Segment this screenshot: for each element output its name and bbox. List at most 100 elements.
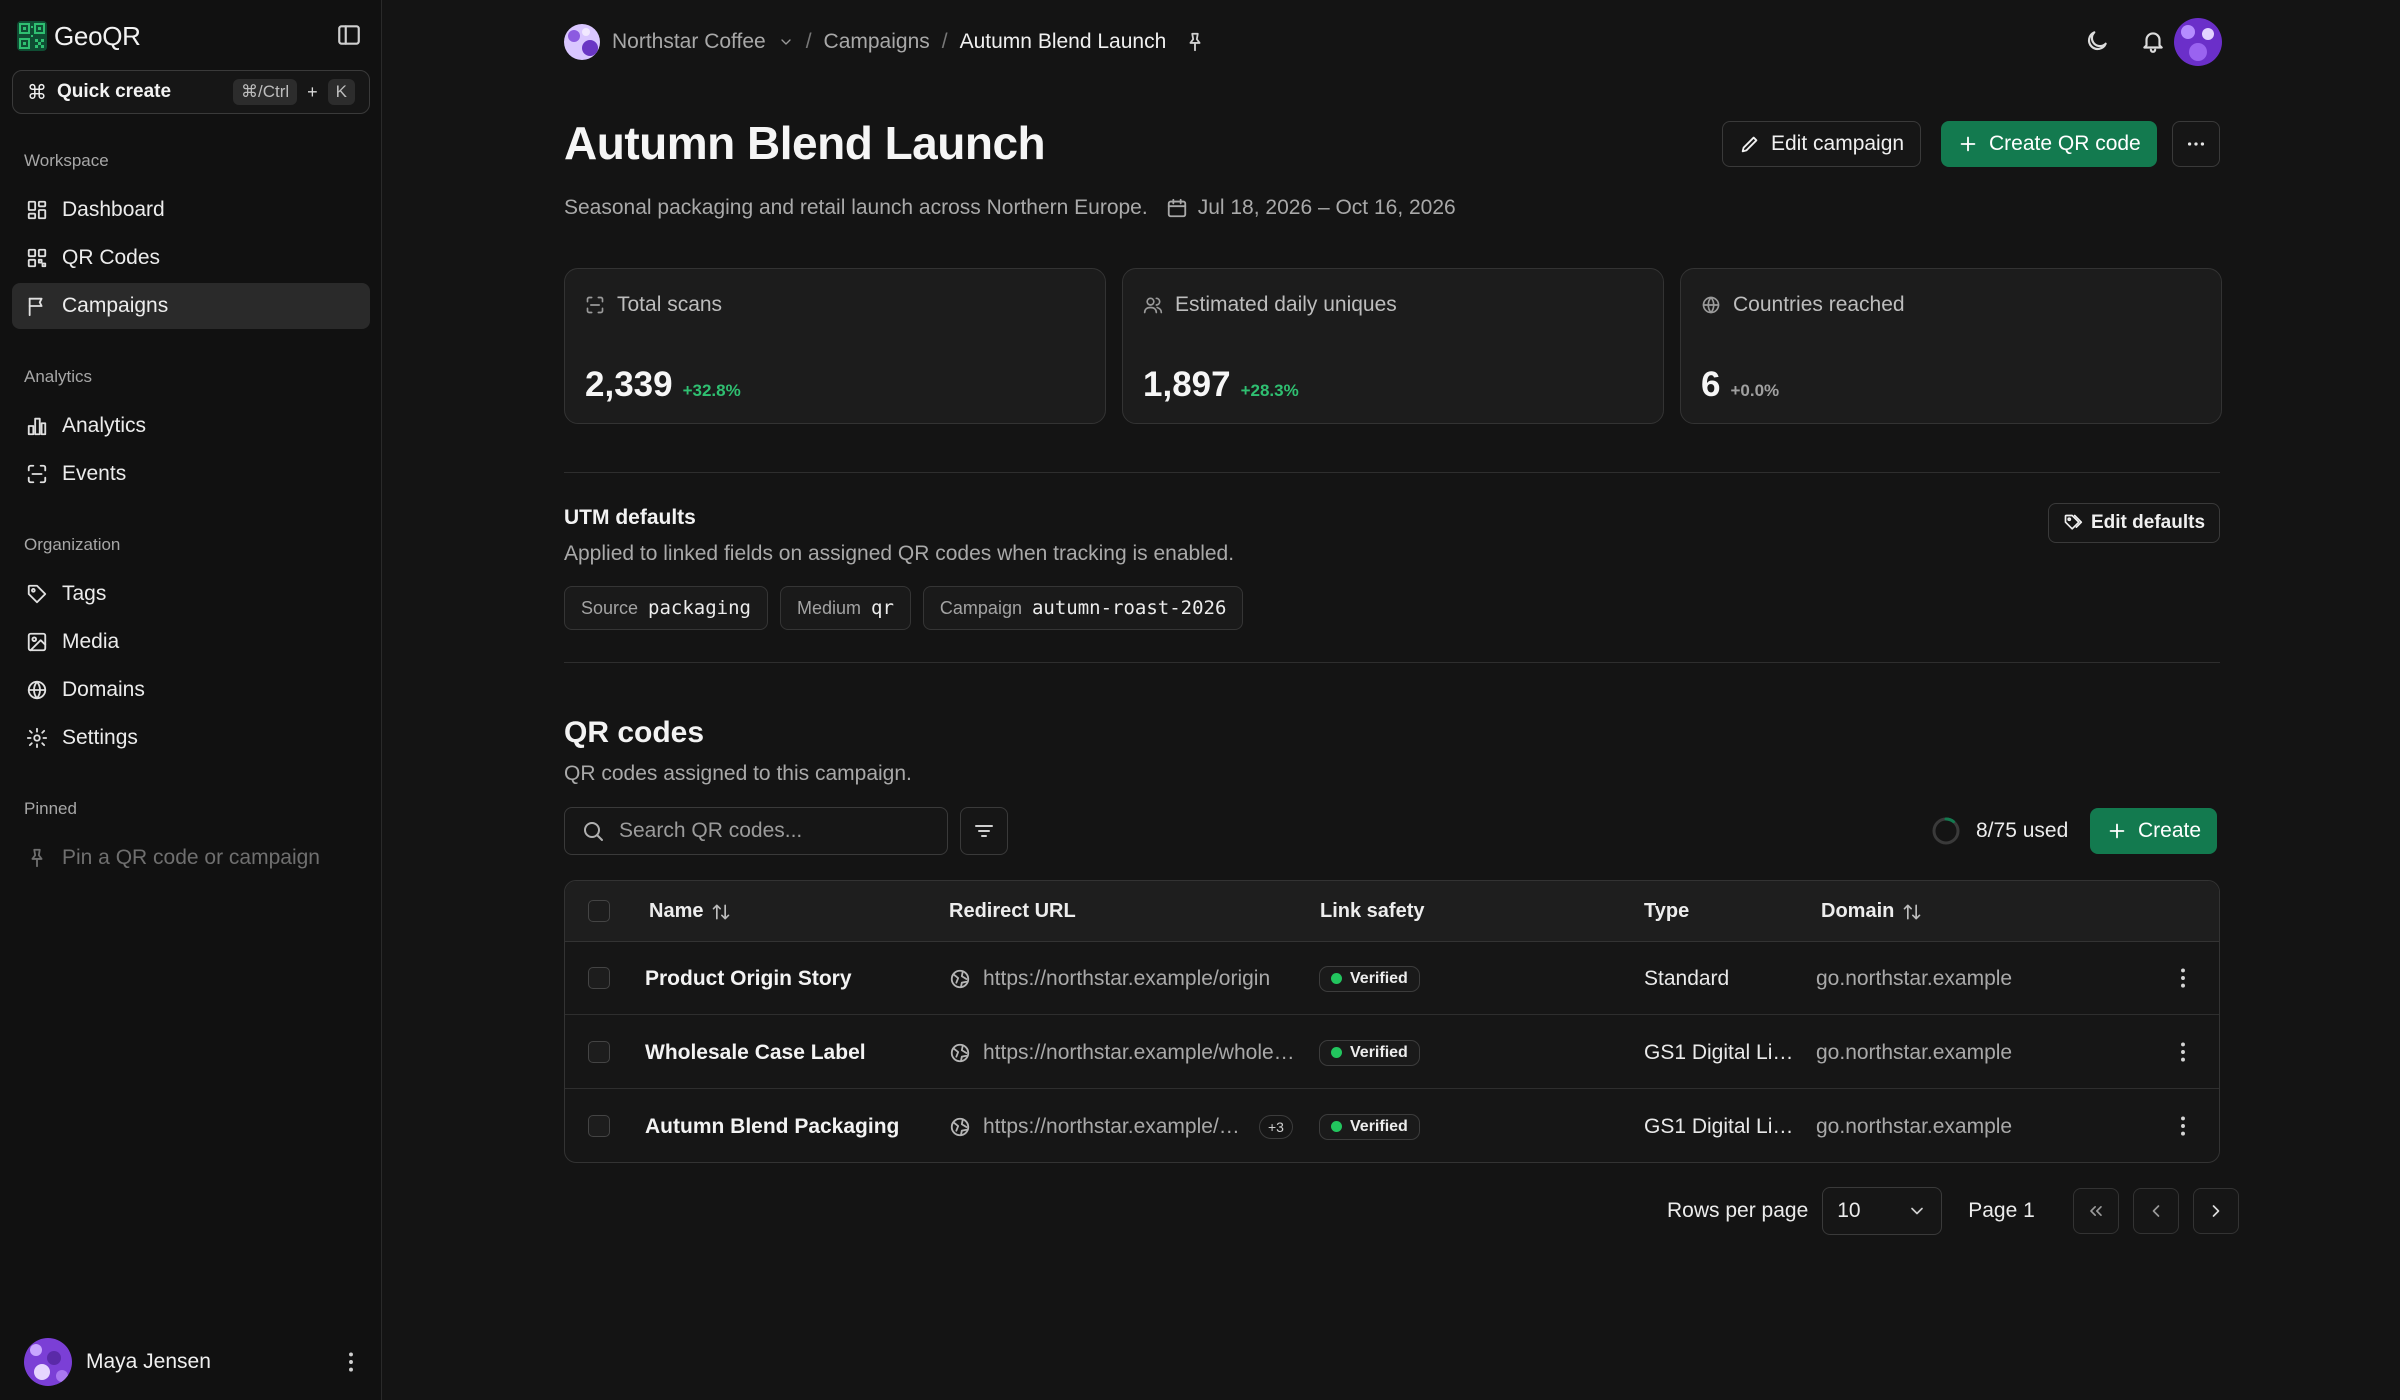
- create-qr-code-button[interactable]: Create QR code: [1941, 121, 2157, 167]
- sidebar-item-label: Media: [62, 630, 120, 653]
- breadcrumb-campaigns[interactable]: Campaigns: [824, 30, 930, 54]
- sidebar: GeoQR ⌘ Quick create ⌘/Ctrl + K Workspac…: [0, 0, 382, 1400]
- sidebar-item-label: Domains: [62, 678, 145, 701]
- more-actions-button[interactable]: [2172, 121, 2220, 167]
- redirect-url[interactable]: https://northstar.example/autumn: [983, 1115, 1243, 1139]
- utm-key: Campaign: [939, 597, 1022, 618]
- table-row[interactable]: Autumn Blend Packaging https://northstar…: [565, 1090, 2219, 1162]
- sidebar-item-domains[interactable]: Domains: [12, 667, 370, 713]
- table-row[interactable]: Product Origin Story https://northstar.e…: [565, 942, 2219, 1015]
- table-header: Name Redirect URL Link safety Type Domai…: [565, 881, 2219, 942]
- bell-icon[interactable]: [2140, 28, 2166, 54]
- sort-icon[interactable]: [711, 902, 731, 922]
- sidebar-item-label: Events: [62, 462, 127, 485]
- qr-name[interactable]: Product Origin Story: [645, 942, 852, 1015]
- row-checkbox[interactable]: [588, 1041, 610, 1063]
- type-cell: GS1 Digital Link: [1644, 1016, 1794, 1089]
- sidebar-item-settings[interactable]: Settings: [12, 715, 370, 761]
- more-vertical-icon[interactable]: [2170, 965, 2196, 991]
- search-field[interactable]: [564, 807, 948, 855]
- domain-cell: go.northstar.example: [1816, 1040, 2013, 1064]
- brand[interactable]: GeoQR: [16, 20, 141, 52]
- sidebar-item-label: Dashboard: [62, 198, 165, 221]
- stat-number: 6: [1701, 365, 1721, 404]
- pencil-icon: [1741, 136, 1758, 153]
- table-row[interactable]: Wholesale Case Label https://northstar.e…: [565, 1016, 2219, 1089]
- column-name: Name: [649, 881, 731, 942]
- rows-per-page-select[interactable]: 10: [1822, 1187, 1943, 1235]
- page-indicator: Page 1: [1968, 1199, 2035, 1222]
- stat-label-text: Countries reached: [1733, 293, 1905, 316]
- sidebar-toggle-icon[interactable]: [336, 22, 362, 48]
- sidebar-item-label: Settings: [62, 726, 138, 749]
- filter-button[interactable]: [960, 807, 1008, 855]
- redirect-url[interactable]: https://northstar.example/wholesale: [983, 1041, 1295, 1065]
- sidebar-item-qr-codes[interactable]: QR Codes: [12, 235, 370, 281]
- quick-create-button[interactable]: ⌘ Quick create ⌘/Ctrl + K: [12, 70, 370, 114]
- column-domain: Domain: [1821, 881, 1922, 942]
- utm-chips: Source packaging Medium qr Campaign autu…: [564, 586, 1244, 630]
- stat-card-daily-uniques: Estimated daily uniques 1,897 +28.3%: [1122, 268, 1664, 424]
- utm-chip-medium: Medium qr: [780, 586, 911, 630]
- stat-value: 6 +0.0%: [1701, 365, 1779, 405]
- user-menu[interactable]: Maya Jensen: [24, 1338, 364, 1386]
- usage-ring-icon: [1932, 817, 1960, 845]
- stat-delta: +32.8%: [682, 381, 741, 400]
- redirect-url[interactable]: https://northstar.example/origin: [983, 967, 1270, 991]
- more-horizontal-icon: [2187, 142, 2205, 146]
- users-icon: [1143, 297, 1163, 314]
- globe-icon: [1702, 296, 1720, 314]
- previous-page-button[interactable]: [2132, 1188, 2179, 1234]
- sort-icon[interactable]: [1902, 902, 1922, 922]
- rows-per-page-label: Rows per page: [1667, 1199, 1809, 1222]
- more-vertical-icon[interactable]: [338, 1349, 364, 1375]
- sidebar-item-media[interactable]: Media: [12, 619, 370, 665]
- globe-icon: [27, 680, 47, 700]
- pin-icon[interactable]: [1184, 31, 1206, 53]
- status-badge: Verified: [1319, 965, 1420, 992]
- link-safety-cell: Verified: [1319, 1090, 1420, 1162]
- first-page-button[interactable]: [2072, 1188, 2119, 1234]
- breadcrumb-separator: /: [805, 30, 812, 53]
- row-checkbox[interactable]: [588, 967, 610, 989]
- edit-defaults-button[interactable]: Edit defaults: [2048, 503, 2221, 543]
- sidebar-item-label: Analytics: [62, 414, 147, 437]
- sidebar-item-dashboard[interactable]: Dashboard: [12, 187, 370, 233]
- chevron-down-icon: [1911, 1207, 1924, 1215]
- moon-icon[interactable]: [2084, 28, 2110, 54]
- column-header-label: Link safety: [1320, 900, 1425, 922]
- more-vertical-icon[interactable]: [2170, 1039, 2196, 1065]
- sidebar-item-analytics[interactable]: Analytics: [12, 403, 370, 449]
- breadcrumb-org[interactable]: Northstar Coffee: [612, 30, 766, 54]
- qr-name[interactable]: Wholesale Case Label: [645, 1016, 866, 1089]
- command-icon: ⌘: [27, 81, 47, 104]
- more-vertical-icon[interactable]: [2170, 1113, 2196, 1139]
- calendar-icon: [1167, 198, 1186, 218]
- sidebar-item-tags[interactable]: Tags: [12, 571, 370, 617]
- usage-text: 8/75 used: [1976, 819, 2069, 842]
- qr-grid-icon: [27, 248, 47, 268]
- bar-chart-icon: [27, 417, 47, 436]
- qr-type: GS1 Digital Link: [1644, 1114, 1794, 1138]
- extra-urls-badge[interactable]: +3: [1259, 1114, 1293, 1139]
- utm-key: Source: [581, 597, 639, 618]
- stat-label: Countries reached: [1701, 293, 1905, 317]
- scan-frame-icon: [27, 464, 47, 484]
- row-checkbox[interactable]: [588, 1115, 610, 1137]
- status-text: Verified: [1350, 1043, 1408, 1061]
- redirect-url-cell: https://northstar.example/origin: [949, 942, 1270, 1015]
- search-input[interactable]: [619, 819, 919, 843]
- domain-cell: go.northstar.example: [1816, 966, 2013, 990]
- create-button[interactable]: Create: [2090, 808, 2218, 854]
- section-pinned: Pinned: [24, 799, 77, 818]
- qr-name[interactable]: Autumn Blend Packaging: [645, 1090, 899, 1162]
- org-avatar[interactable]: [564, 24, 600, 60]
- edit-campaign-button[interactable]: Edit campaign: [1722, 121, 1922, 167]
- next-page-button[interactable]: [2192, 1188, 2239, 1234]
- select-all-checkbox[interactable]: [588, 900, 610, 922]
- sidebar-item-campaigns[interactable]: Campaigns: [12, 283, 370, 329]
- globe-icon: [950, 1117, 970, 1136]
- chevron-down-icon[interactable]: [778, 34, 794, 50]
- sidebar-item-events[interactable]: Events: [12, 451, 370, 497]
- account-avatar[interactable]: [2174, 18, 2222, 66]
